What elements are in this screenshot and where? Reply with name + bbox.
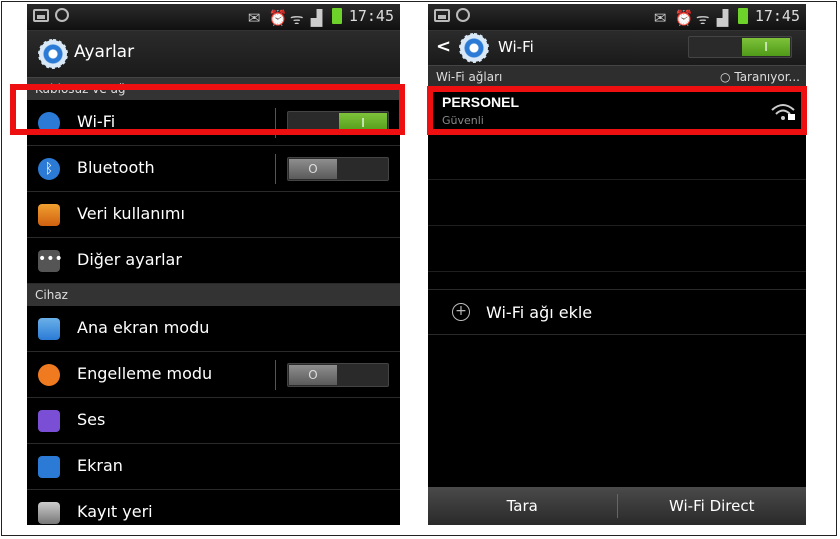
wifi-status-icon: ᯤ [695, 10, 710, 28]
storage-icon [38, 502, 60, 524]
blocking-toggle[interactable]: O [287, 363, 389, 387]
setting-label: Veri kullanımı [77, 204, 185, 223]
setting-label: Ana ekran modu [77, 318, 210, 337]
settings-gear-icon[interactable] [459, 33, 489, 63]
title-bar: Ayarlar [27, 31, 400, 78]
wifi-screen: ✉ ⏰ ᯤ ▟ 17:45 < Wi-Fi I Wi-Fi ağları ○ T… [428, 4, 806, 525]
empty-row [428, 134, 806, 180]
bottom-action-bar: Tara Wi-Fi Direct [428, 487, 806, 525]
setting-more[interactable]: ••• Diğer ayarlar [27, 238, 400, 284]
nfc-icon: ✉ [247, 9, 261, 27]
wifi-master-toggle[interactable]: I [688, 36, 792, 58]
status-bar: ✉ ⏰ ᯤ ▟ 17:45 [27, 4, 400, 31]
home-icon [38, 318, 60, 340]
block-icon [38, 364, 60, 386]
setting-label: Bluetooth [77, 158, 155, 177]
page-title: Wi-Fi [498, 38, 534, 56]
setting-home-mode[interactable]: Ana ekran modu [27, 306, 400, 352]
gallery-notif-icon [434, 8, 450, 22]
signal-icon: ▟ [716, 9, 729, 27]
setting-blocking-mode[interactable]: Engelleme modu O [27, 352, 400, 398]
scan-button[interactable]: Tara [428, 487, 617, 525]
bluetooth-icon: ᛒ [38, 158, 60, 180]
battery-icon [737, 8, 748, 24]
add-network-button[interactable]: + Wi-Fi ağı ekle [428, 289, 806, 335]
sound-icon [38, 410, 60, 432]
highlight-wifi-setting [10, 84, 405, 135]
data-usage-icon [38, 204, 60, 226]
scanning-status: ○ Taranıyor... [720, 70, 800, 84]
alarm-icon: ⏰ [268, 9, 288, 27]
scanning-label: Taranıyor... [734, 70, 800, 84]
add-network-label: Wi-Fi ağı ekle [486, 303, 593, 322]
networks-header: Wi-Fi ağları ○ Taranıyor... [428, 66, 806, 88]
title-bar: < Wi-Fi I [428, 31, 806, 66]
setting-label: Kayıt yeri [77, 502, 153, 521]
back-button[interactable]: < [436, 36, 451, 57]
sync-notif-icon [456, 8, 470, 22]
empty-row [428, 180, 806, 226]
setting-display[interactable]: Ekran [27, 444, 400, 490]
gallery-notif-icon [33, 8, 49, 22]
setting-data-usage[interactable]: Veri kullanımı [27, 192, 400, 238]
wifi-direct-button[interactable]: Wi-Fi Direct [618, 487, 807, 525]
plus-icon: + [452, 303, 470, 321]
setting-storage[interactable]: Kayıt yeri [27, 490, 400, 525]
setting-label: Diğer ayarlar [77, 250, 182, 269]
toggle-knob: O [289, 365, 337, 385]
settings-screen: ✉ ⏰ ᯤ ▟ 17:45 Ayarlar Kablosuz ve ağ Wi-… [27, 4, 400, 525]
networks-header-label: Wi-Fi ağları [436, 70, 503, 84]
page-title: Ayarlar [74, 42, 135, 62]
empty-row [428, 226, 806, 272]
clock: 17:45 [754, 7, 800, 25]
setting-label: Ekran [77, 456, 123, 475]
status-bar: ✉ ⏰ ᯤ ▟ 17:45 [428, 4, 806, 31]
signal-icon: ▟ [310, 9, 323, 27]
bluetooth-toggle[interactable]: O [287, 157, 389, 181]
toggle-knob: I [742, 38, 790, 56]
divider [275, 360, 276, 390]
nfc-icon: ✉ [653, 9, 667, 27]
setting-label: Ses [77, 410, 106, 429]
divider [275, 154, 276, 184]
clock: 17:45 [348, 7, 394, 25]
sync-notif-icon [55, 8, 69, 22]
display-icon [38, 456, 60, 478]
setting-bluetooth[interactable]: ᛒ Bluetooth O [27, 146, 400, 192]
setting-label: Engelleme modu [77, 364, 213, 383]
more-icon: ••• [38, 250, 63, 272]
battery-icon [331, 8, 342, 24]
highlight-network [427, 86, 807, 135]
toggle-knob: O [289, 159, 337, 179]
section-device: Cihaz [27, 284, 400, 306]
setting-sound[interactable]: Ses [27, 398, 400, 444]
settings-gear-icon [38, 39, 68, 69]
wifi-status-icon: ᯤ [289, 10, 304, 28]
alarm-icon: ⏰ [674, 9, 694, 27]
